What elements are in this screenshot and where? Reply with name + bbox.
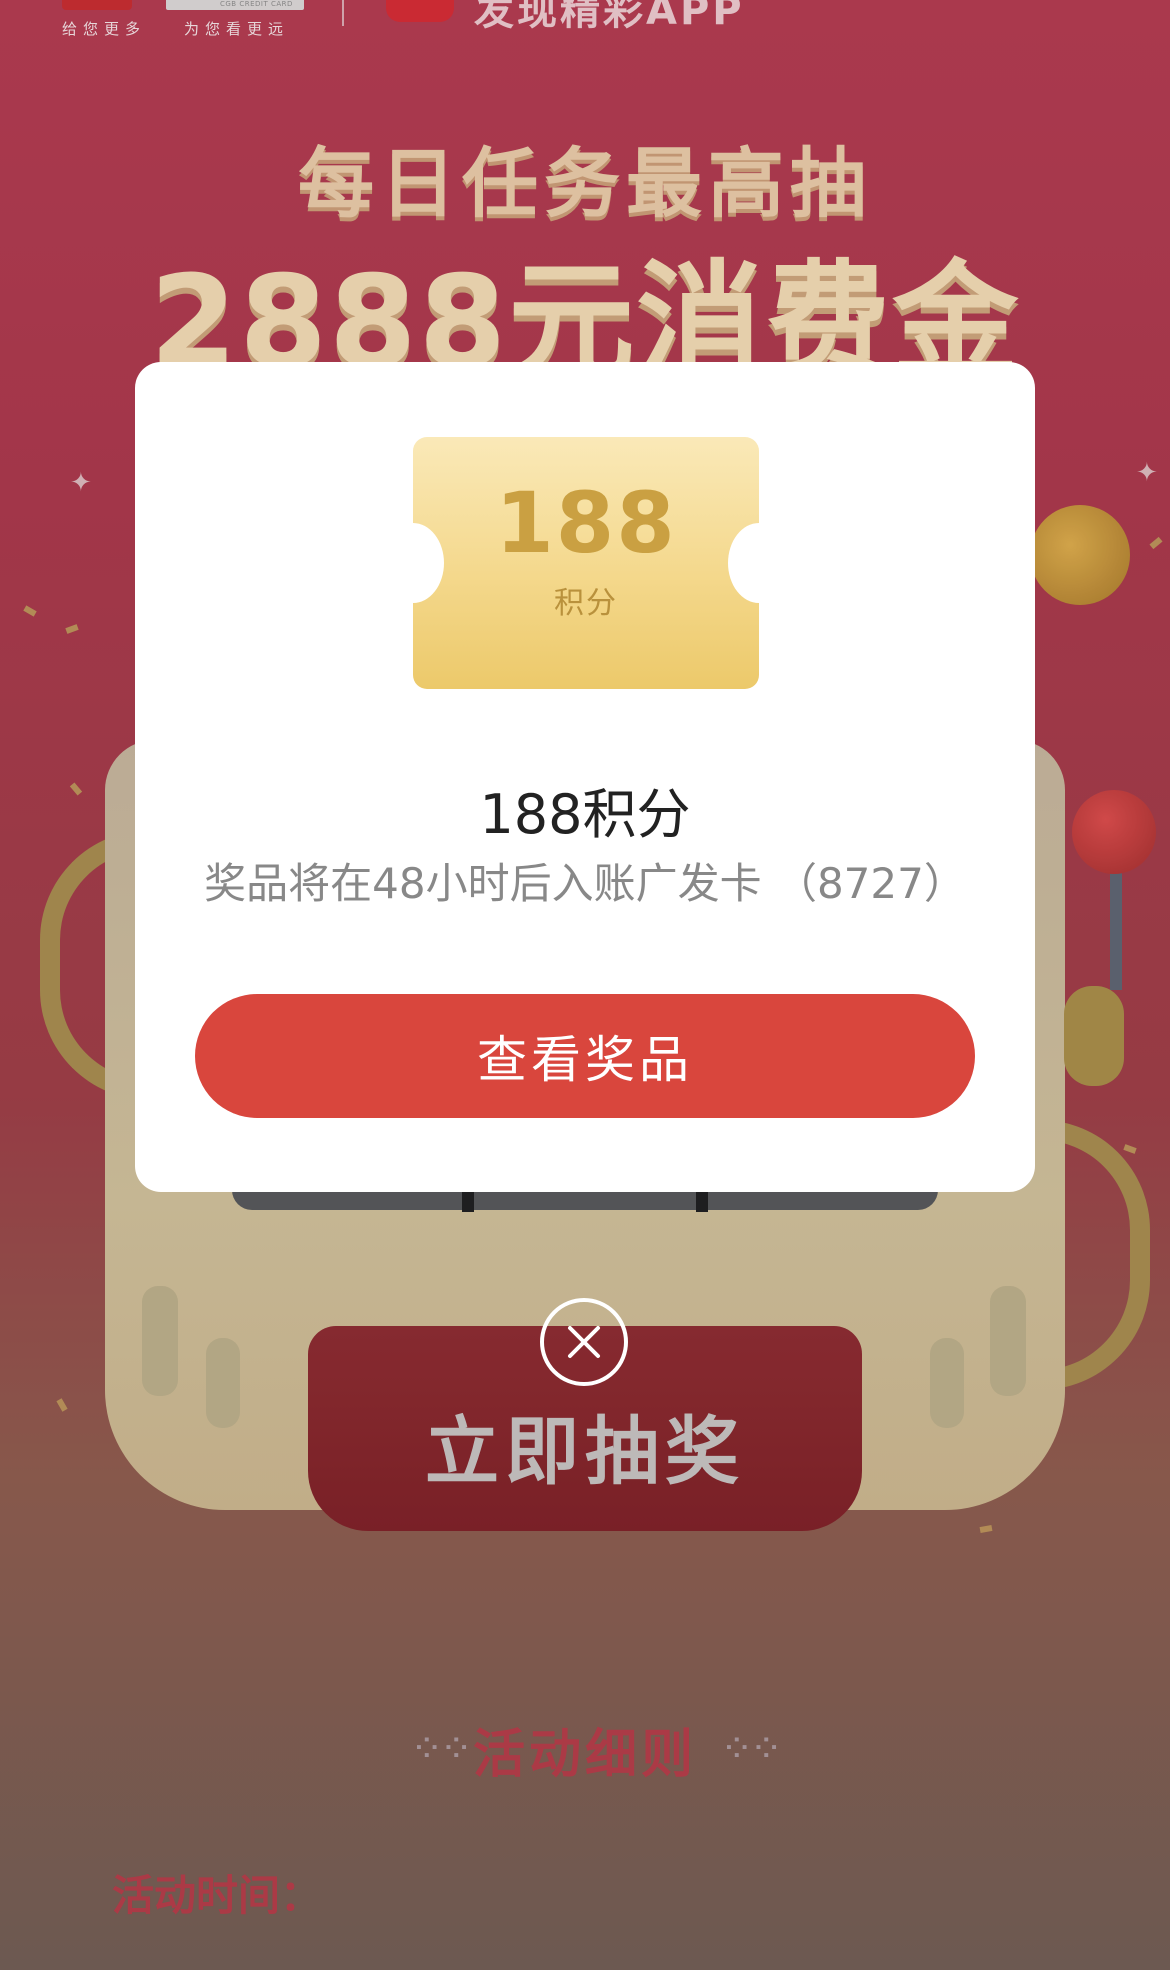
close-icon xyxy=(568,1326,600,1358)
prize-description: 奖品将在48小时后入账广发卡 （8727） xyxy=(204,859,966,908)
ticket-amount: 188 xyxy=(495,474,677,572)
prize-name: 188积分 xyxy=(479,783,691,846)
close-button[interactable] xyxy=(540,1298,628,1386)
ticket-unit: 积分 xyxy=(554,586,618,621)
page: CGB CREDIT CARD 给您更多 为您看更远 发现精彩APP 每日任务最… xyxy=(0,0,1170,1970)
view-prize-button[interactable]: 查看奖品 xyxy=(195,994,975,1118)
